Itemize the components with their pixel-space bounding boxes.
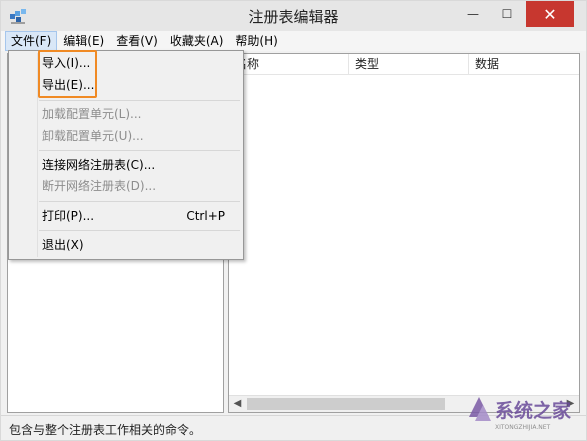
menu-edit[interactable]: 编辑(E) — [57, 31, 110, 51]
list-column-headers: 名称 类型 数据 — [229, 54, 579, 75]
column-header-data[interactable]: 数据 — [469, 54, 579, 75]
menu-favorites[interactable]: 收藏夹(A) — [164, 31, 230, 51]
print-shortcut: Ctrl+P — [186, 209, 225, 223]
menu-bar: 文件(F) 编辑(E) 查看(V) 收藏夹(A) 帮助(H) — [1, 31, 586, 51]
import-export-highlight — [38, 50, 97, 98]
menu-separator — [39, 100, 240, 101]
minimize-button[interactable]: — — [456, 1, 490, 27]
menu-view[interactable]: 查看(V) — [110, 31, 164, 51]
menu-separator — [39, 201, 240, 202]
maximize-button[interactable]: ☐ — [490, 1, 524, 27]
column-header-name[interactable]: 名称 — [229, 54, 349, 75]
menu-item-exit[interactable]: 退出(X) — [42, 235, 84, 255]
menu-item-disconnect-network-registry: 断开网络注册表(D)... — [42, 179, 157, 193]
watermark-text: 系统之家 — [495, 399, 572, 422]
registry-editor-window: 注册表编辑器 — ☐ ✕ 文件(F) 编辑(E) 查看(V) 收藏夹(A) 帮助… — [0, 0, 587, 441]
menu-item-load-hive: 加载配置单元(L)... — [42, 107, 142, 121]
menu-file[interactable]: 文件(F) — [5, 31, 58, 51]
status-text: 包含与整个注册表工作相关的命令。 — [9, 423, 202, 437]
watermark-subtext: XITONGZHIJIA.NET — [495, 424, 551, 431]
menu-item-print[interactable]: 打印(P)... — [42, 206, 94, 226]
menu-separator — [39, 230, 240, 231]
scrollbar-thumb[interactable] — [247, 398, 445, 410]
column-header-type[interactable]: 类型 — [349, 54, 469, 75]
menu-help[interactable]: 帮助(H) — [229, 31, 283, 51]
value-list-pane[interactable]: 名称 类型 数据 ◀ ▶ — [228, 53, 580, 413]
site-watermark-logo: 系统之家 XITONGZHIJIA.NET — [469, 397, 572, 431]
menu-item-unload-hive: 卸载配置单元(U)... — [42, 129, 144, 143]
scroll-left-icon[interactable]: ◀ — [229, 396, 246, 412]
menu-separator — [39, 150, 240, 151]
close-button[interactable]: ✕ — [526, 1, 574, 27]
title-bar[interactable]: 注册表编辑器 — ☐ ✕ — [1, 1, 586, 31]
menu-item-connect-network-registry[interactable]: 连接网络注册表(C)... — [42, 155, 155, 175]
